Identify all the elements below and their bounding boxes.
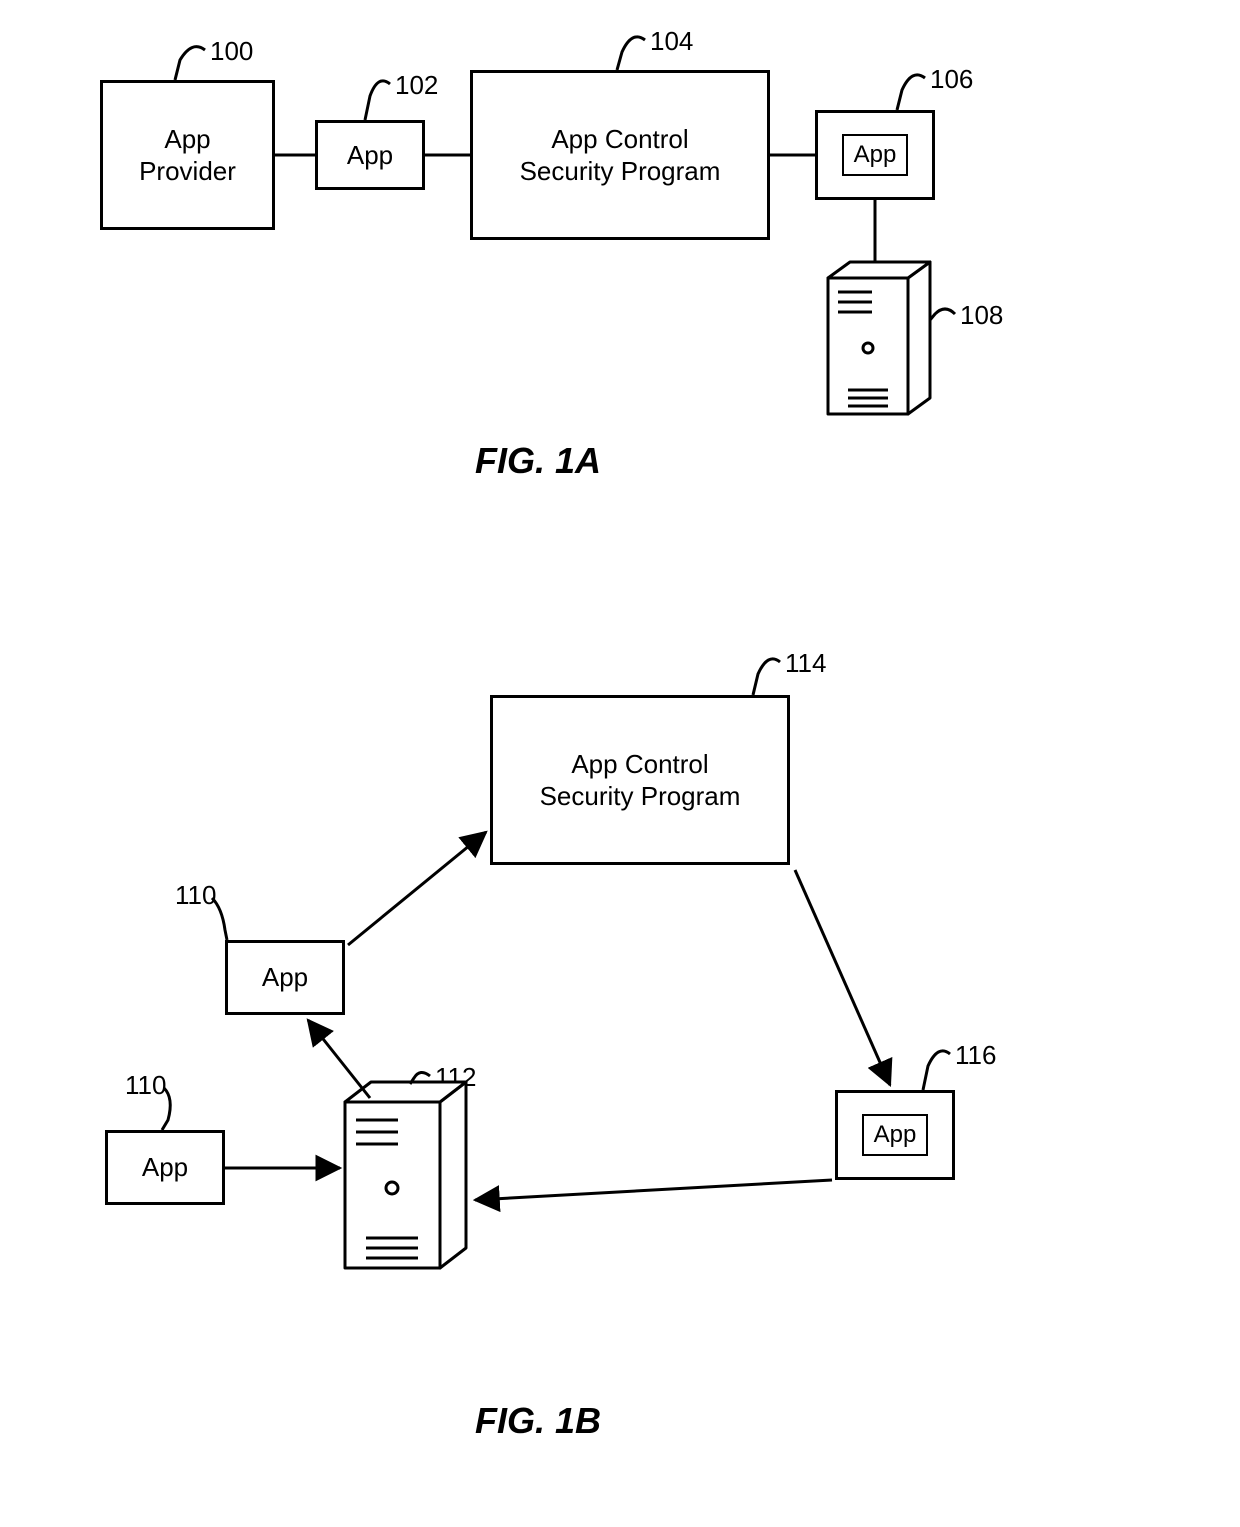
box-security-104: App Control Security Program bbox=[470, 70, 770, 240]
ref-106: 106 bbox=[930, 64, 973, 95]
ref-100: 100 bbox=[210, 36, 253, 67]
ref-102: 102 bbox=[395, 70, 438, 101]
ref-112: 112 bbox=[435, 1062, 476, 1093]
ref-104: 104 bbox=[650, 26, 693, 57]
fig-1b-label: FIG. 1B bbox=[475, 1400, 601, 1442]
fig-1a-label: FIG. 1A bbox=[475, 440, 601, 482]
ref-114: 114 bbox=[785, 648, 826, 679]
inner-app-116: App bbox=[862, 1114, 929, 1156]
inner-app-106: App bbox=[842, 134, 909, 176]
server-icon-108 bbox=[828, 262, 930, 414]
ref-116: 116 bbox=[955, 1040, 996, 1071]
ref-108: 108 bbox=[960, 300, 1003, 331]
box-security-114: App Control Security Program bbox=[490, 695, 790, 865]
box-app-110b: App bbox=[105, 1130, 225, 1205]
ref-110a: 110 bbox=[175, 880, 216, 911]
box-app-provider: App Provider bbox=[100, 80, 275, 230]
ref-110b: 110 bbox=[125, 1070, 166, 1101]
box-wrapped-116: App bbox=[835, 1090, 955, 1180]
box-app-102: App bbox=[315, 120, 425, 190]
box-wrapped-106: App bbox=[815, 110, 935, 200]
diagram-canvas: App Provider 100 App 102 App Control Sec… bbox=[0, 0, 1240, 1527]
box-app-110a: App bbox=[225, 940, 345, 1015]
server-icon-112 bbox=[345, 1082, 466, 1268]
